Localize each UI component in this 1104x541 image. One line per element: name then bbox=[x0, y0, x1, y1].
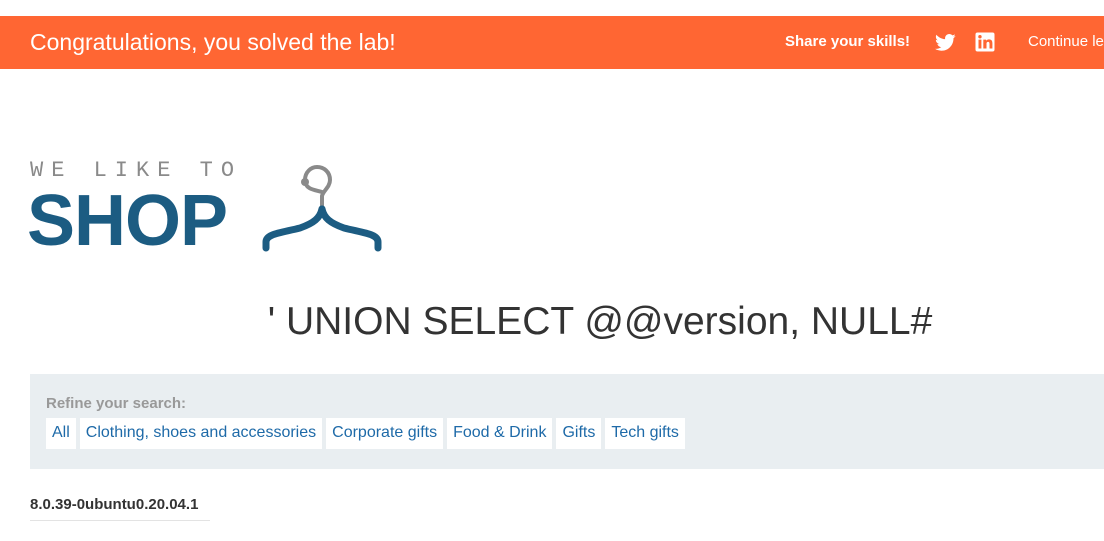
filter-food-drink[interactable]: Food & Drink bbox=[447, 418, 553, 449]
result-divider bbox=[30, 520, 210, 521]
banner-title: Congratulations, you solved the lab! bbox=[30, 29, 396, 55]
hanger-icon bbox=[262, 164, 382, 252]
filter-tech-gifts[interactable]: Tech gifts bbox=[605, 418, 685, 449]
continue-learning-link[interactable]: Continue learning bbox=[1028, 33, 1104, 51]
result-row: 8.0.39-0ubuntu0.20.04.1 bbox=[30, 496, 199, 513]
filter-gifts[interactable]: Gifts bbox=[556, 418, 602, 449]
page: Congratulations, you solved the lab! Sha… bbox=[0, 0, 1104, 541]
twitter-icon[interactable] bbox=[935, 32, 956, 53]
search-term-heading: ' UNION SELECT @@version, NULL# bbox=[267, 300, 933, 343]
share-label: Share your skills! bbox=[785, 33, 911, 50]
linkedin-icon[interactable] bbox=[975, 32, 995, 52]
logo-wordmark: SHOP bbox=[27, 181, 228, 261]
category-filter-list: All Clothing, shoes and accessories Corp… bbox=[46, 418, 685, 449]
filter-panel: Refine your search: All Clothing, shoes … bbox=[30, 374, 1104, 469]
filter-all[interactable]: All bbox=[46, 418, 76, 449]
lab-solved-banner: Congratulations, you solved the lab! Sha… bbox=[0, 16, 1104, 69]
filter-corporate-gifts[interactable]: Corporate gifts bbox=[326, 418, 444, 449]
filter-clothing[interactable]: Clothing, shoes and accessories bbox=[79, 418, 323, 449]
site-logo[interactable]: WE LIKE TO SHOP bbox=[27, 158, 390, 261]
filter-label: Refine your search: bbox=[46, 395, 187, 412]
